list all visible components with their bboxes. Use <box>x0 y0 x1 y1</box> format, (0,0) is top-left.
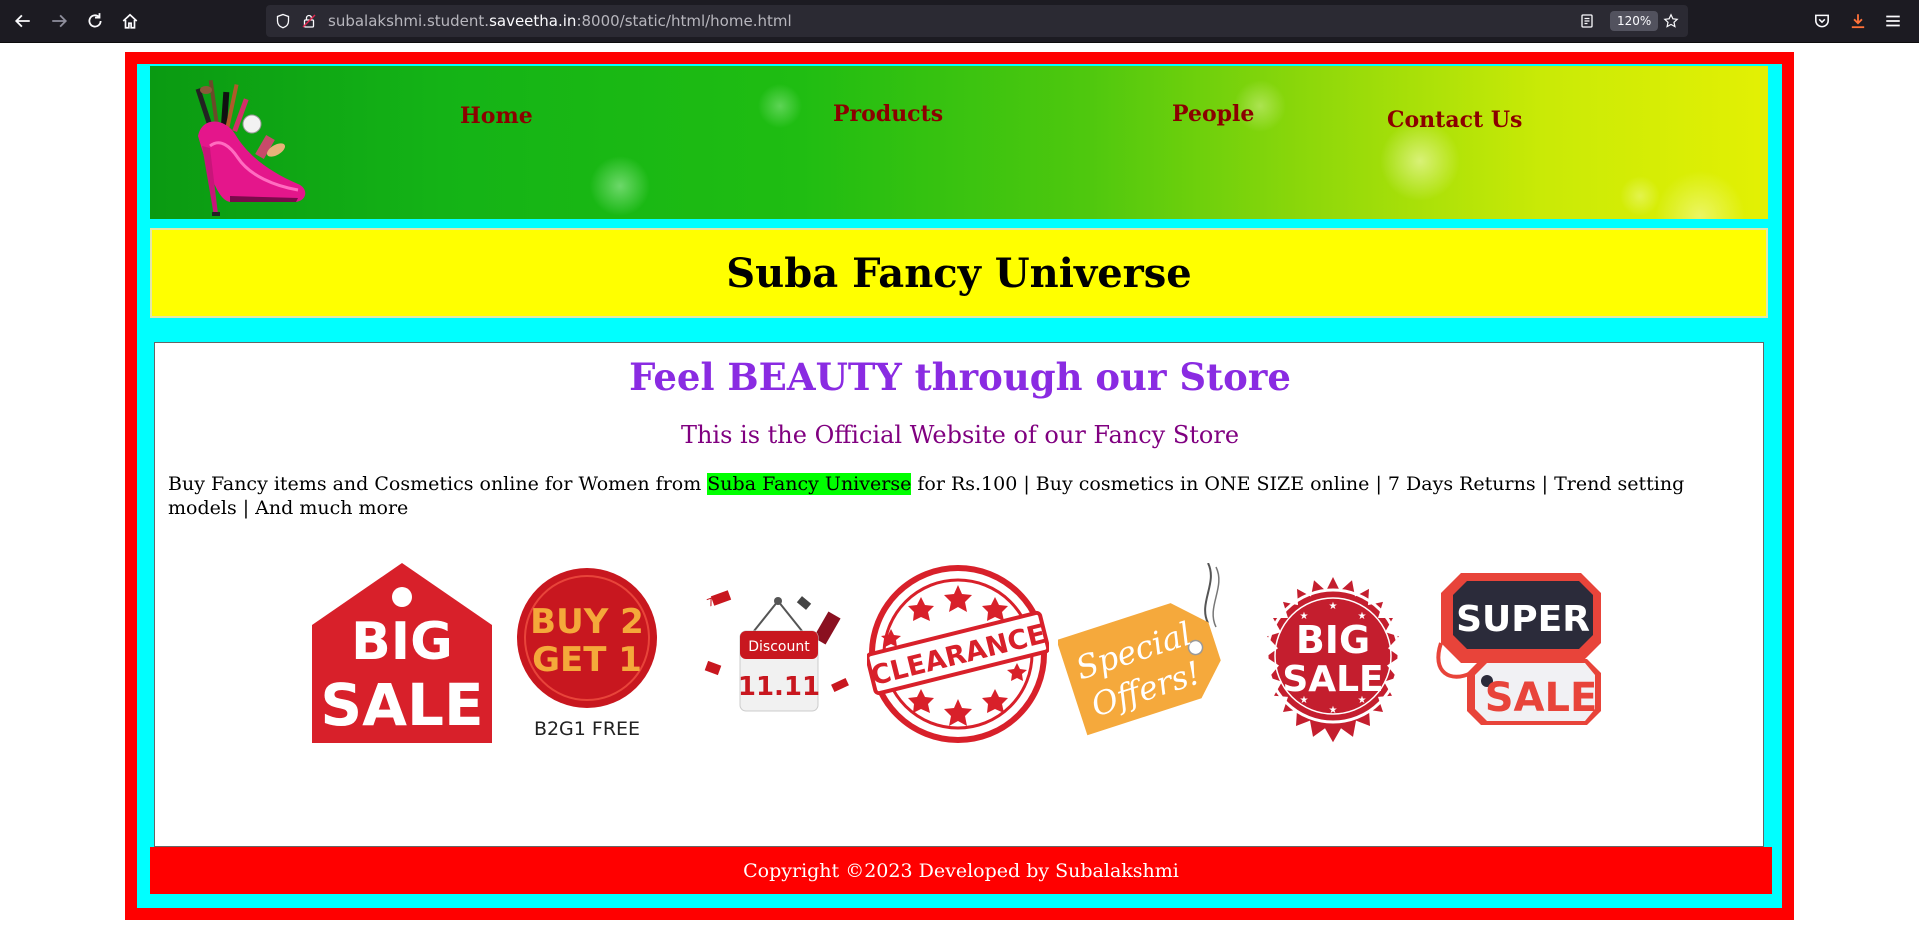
site-title: Suba Fancy Universe <box>726 249 1192 297</box>
site-title-box: Suba Fancy Universe <box>150 228 1768 318</box>
forward-button[interactable] <box>47 9 71 33</box>
nav-contact-link[interactable]: Contact Us <box>1387 107 1522 133</box>
menu-button[interactable] <box>1881 9 1905 33</box>
big-sale-1-bottom-text: SALE <box>320 671 483 739</box>
special-offers-tag-image: Special Offers! <box>1058 563 1238 743</box>
discount-pct-text: 70% <box>705 589 732 610</box>
url-text[interactable]: subalakshmi.student.saveetha.in:8000/sta… <box>328 12 792 30</box>
svg-text:★: ★ <box>1329 705 1338 716</box>
clearance-text: CLEARANCE <box>868 619 1049 692</box>
zoom-level-badge[interactable]: 120% <box>1610 11 1659 31</box>
buy2-get1-image: BUY 2 GET 1 B2G1 FREE <box>515 563 665 743</box>
home-button[interactable] <box>118 9 142 33</box>
copyright-text: Copyright ©2023 Developed by Subalakshmi <box>743 859 1179 882</box>
super-text: SUPER <box>1456 599 1590 640</box>
discount-date-text: 11.11 <box>738 672 820 702</box>
hamburger-menu-icon <box>1886 15 1900 27</box>
big-sale-2-bottom-text: SALE <box>1282 659 1383 700</box>
clearance-stamp-image: CLEARANCE <box>867 563 1049 745</box>
svg-text:★: ★ <box>1329 601 1338 612</box>
back-button[interactable] <box>11 9 35 33</box>
reload-icon <box>88 13 102 28</box>
nav-people-link[interactable]: People <box>1172 101 1254 127</box>
page-info-icon[interactable] <box>300 12 318 30</box>
sale-text: SALE <box>1485 675 1598 721</box>
download-icon <box>1851 14 1865 29</box>
header-banner: Home Products People Contact Us <box>150 66 1768 219</box>
b2g1-caption: B2G1 FREE <box>534 718 640 740</box>
description-text-start: Buy Fancy items and Cosmetics online for… <box>168 473 708 495</box>
big-sale-2-top-text: BIG <box>1296 618 1370 662</box>
headline: Feel BEAUTY through our Store <box>629 355 1291 399</box>
big-sale-1-top-text: BIG <box>351 612 453 672</box>
nav-home-link[interactable]: Home <box>460 103 533 129</box>
bookmark-star-icon[interactable] <box>1662 12 1680 30</box>
shoe-cosmetics-logo <box>195 79 306 216</box>
footer: Copyright ©2023 Developed by Subalakshmi <box>150 847 1772 894</box>
main-content: Feel BEAUTY through our Store This is th… <box>154 342 1764 847</box>
discount-label-text: Discount <box>748 639 810 655</box>
nav-products-link[interactable]: Products <box>833 101 943 127</box>
downloads-button[interactable] <box>1846 9 1870 33</box>
url-domain: saveetha.in <box>489 12 577 30</box>
store-description: Buy Fancy items and Cosmetics online for… <box>168 472 1753 520</box>
subheadline: This is the Official Website of our Fanc… <box>680 421 1240 449</box>
big-sale-seal-image: ★ ★ ★ ★ ★ ★ BIG SALE <box>1242 563 1424 745</box>
shield-icon[interactable] <box>274 12 292 30</box>
toolbar-divider <box>0 42 1919 43</box>
reload-button[interactable] <box>83 9 107 33</box>
reader-view-icon[interactable] <box>1578 12 1596 30</box>
highlighted-store-name: Suba Fancy Universe <box>707 473 912 495</box>
pocket-icon <box>1815 14 1829 28</box>
big-sale-tag-image: BIG SALE <box>312 563 492 743</box>
url-path: :8000/static/html/home.html <box>576 12 792 30</box>
buy2-text: BUY 2 <box>530 602 644 642</box>
discount-calendar-image: 70% Discount 11.11 <box>698 563 858 743</box>
home-icon <box>122 13 138 29</box>
super-sale-tag-image: SUPER SALE <box>1431 563 1607 743</box>
forward-arrow-icon <box>52 14 68 28</box>
browser-toolbar: subalakshmi.student.saveetha.in:8000/sta… <box>0 0 1919 42</box>
url-prefix: subalakshmi.student. <box>328 12 490 30</box>
get1-text: GET 1 <box>532 640 642 680</box>
back-arrow-icon <box>14 14 30 28</box>
pocket-button[interactable] <box>1810 9 1834 33</box>
address-bar[interactable]: subalakshmi.student.saveetha.in:8000/sta… <box>266 5 1688 37</box>
